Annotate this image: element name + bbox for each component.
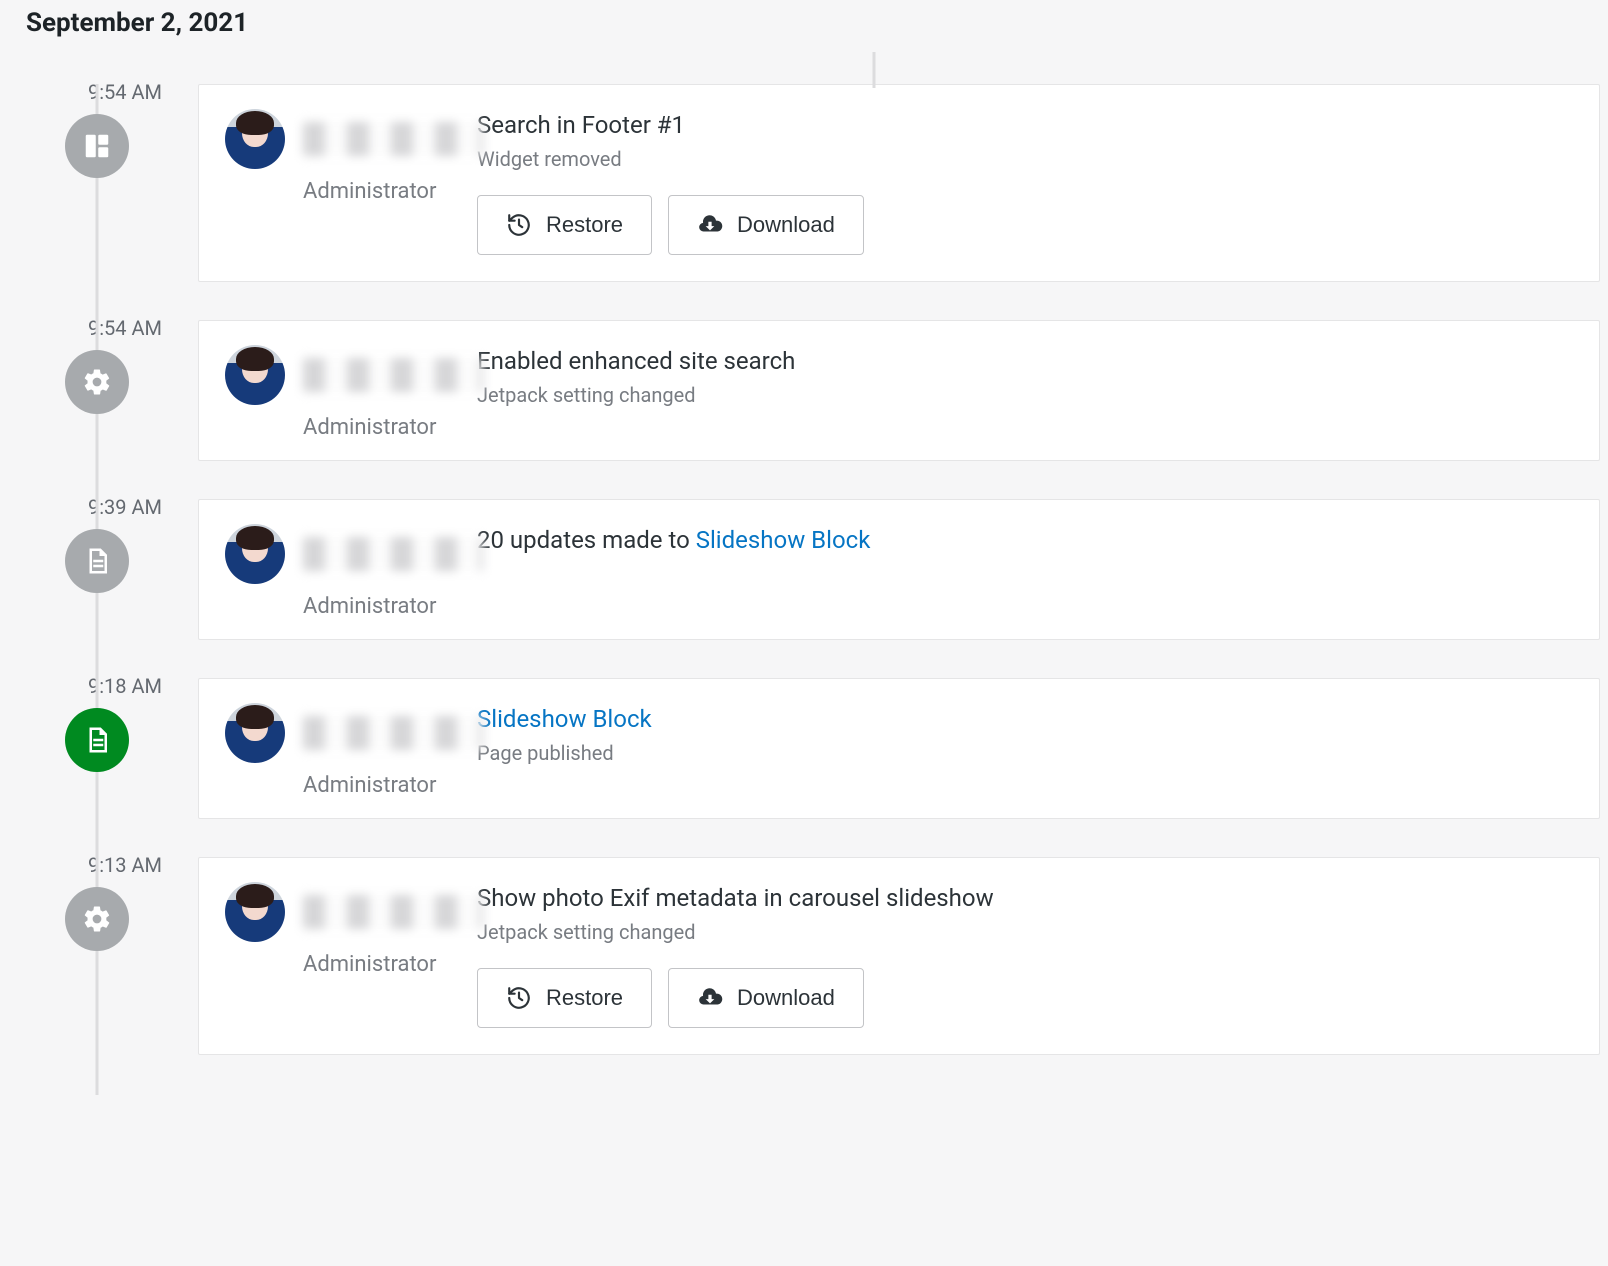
- actor-role: Administrator: [303, 773, 436, 798]
- timeline-col: 9:13 AM: [18, 857, 176, 1055]
- avatar: [225, 109, 285, 169]
- event-time: 9:18 AM: [88, 674, 176, 698]
- actor-name-redacted: [303, 122, 483, 156]
- event-time: 9:13 AM: [88, 853, 176, 877]
- gear-icon: [65, 887, 129, 951]
- event-time: 9:39 AM: [88, 495, 176, 519]
- title-link[interactable]: Slideshow Block: [696, 526, 871, 554]
- button-label: Download: [737, 985, 835, 1011]
- actor-name-redacted: [303, 358, 483, 392]
- activity-content: 20 updates made to Slideshow Block: [477, 524, 1573, 619]
- restore-button[interactable]: Restore: [477, 195, 652, 255]
- download-button[interactable]: Download: [668, 195, 864, 255]
- activity-card[interactable]: Administrator 20 updates made to Slidesh…: [198, 499, 1600, 640]
- activity-row: 9:13 AM Administrator Show photo Exif me…: [18, 857, 1600, 1055]
- date-header: September 2, 2021: [18, 8, 1600, 38]
- layout-icon: [65, 114, 129, 178]
- actor-name-redacted: [303, 716, 483, 750]
- actor-role: Administrator: [303, 952, 436, 977]
- activity-row: 9:54 AM Administrator Enabled enhanced s…: [18, 320, 1600, 461]
- download-button[interactable]: Download: [668, 968, 864, 1028]
- cloud-download-icon: [697, 985, 723, 1011]
- activity-title: Slideshow Block: [477, 705, 1573, 733]
- actor-block: Administrator: [225, 524, 449, 619]
- activity-content: Search in Footer #1 Widget removed Resto…: [477, 109, 1573, 255]
- activity-content: Enabled enhanced site search Jetpack set…: [477, 345, 1573, 440]
- actor-block: Administrator: [225, 703, 449, 798]
- activity-subtitle: Widget removed: [477, 147, 1573, 171]
- activity-row: 9:54 AM Administrator Search in Footer #…: [18, 84, 1600, 282]
- cloud-download-icon: [697, 212, 723, 238]
- activity-subtitle: Page published: [477, 741, 1573, 765]
- actor-role: Administrator: [303, 179, 436, 204]
- avatar: [225, 882, 285, 942]
- activity-card[interactable]: Administrator Enabled enhanced site sear…: [198, 320, 1600, 461]
- activity-row: 9:39 AM Administrator 20 updates made to…: [18, 499, 1600, 640]
- button-label: Restore: [546, 212, 623, 238]
- title-link[interactable]: Slideshow Block: [477, 705, 652, 733]
- page-icon: [65, 529, 129, 593]
- actor-name-redacted: [303, 895, 483, 929]
- page-icon: [65, 708, 129, 772]
- activity-card[interactable]: Administrator Search in Footer #1 Widget…: [198, 84, 1600, 282]
- title-prefix: 20 updates made to: [477, 526, 696, 554]
- activity-title: Enabled enhanced site search: [477, 347, 1573, 375]
- actor-block: Administrator: [225, 109, 449, 255]
- timeline-col: 9:39 AM: [18, 499, 176, 640]
- gear-icon: [65, 350, 129, 414]
- activity-card[interactable]: Administrator Slideshow Block Page publi…: [198, 678, 1600, 819]
- activity-actions: Restore Download: [477, 968, 1573, 1028]
- event-time: 9:54 AM: [88, 316, 176, 340]
- activity-actions: Restore Download: [477, 195, 1573, 255]
- activity-card[interactable]: Administrator Show photo Exif metadata i…: [198, 857, 1600, 1055]
- timeline-connector: [873, 52, 876, 88]
- history-icon: [506, 985, 532, 1011]
- restore-button[interactable]: Restore: [477, 968, 652, 1028]
- activity-title: Search in Footer #1: [477, 111, 1573, 139]
- avatar: [225, 345, 285, 405]
- avatar: [225, 703, 285, 763]
- button-label: Download: [737, 212, 835, 238]
- activity-title: 20 updates made to Slideshow Block: [477, 526, 1573, 554]
- timeline-col: 9:18 AM: [18, 678, 176, 819]
- activity-title: Show photo Exif metadata in carousel sli…: [477, 884, 1573, 912]
- timeline-col: 9:54 AM: [18, 320, 176, 461]
- activity-content: Slideshow Block Page published: [477, 703, 1573, 798]
- button-label: Restore: [546, 985, 623, 1011]
- activity-content: Show photo Exif metadata in carousel sli…: [477, 882, 1573, 1028]
- activity-row: 9:18 AM Administrator Slideshow Block: [18, 678, 1600, 819]
- activity-subtitle: Jetpack setting changed: [477, 920, 1573, 944]
- event-time: 9:54 AM: [88, 80, 176, 104]
- avatar: [225, 524, 285, 584]
- actor-block: Administrator: [225, 345, 449, 440]
- actor-block: Administrator: [225, 882, 449, 1028]
- actor-role: Administrator: [303, 594, 436, 619]
- activity-subtitle: Jetpack setting changed: [477, 383, 1573, 407]
- history-icon: [506, 212, 532, 238]
- actor-name-redacted: [303, 537, 483, 571]
- timeline-col: 9:54 AM: [18, 84, 176, 282]
- actor-role: Administrator: [303, 415, 436, 440]
